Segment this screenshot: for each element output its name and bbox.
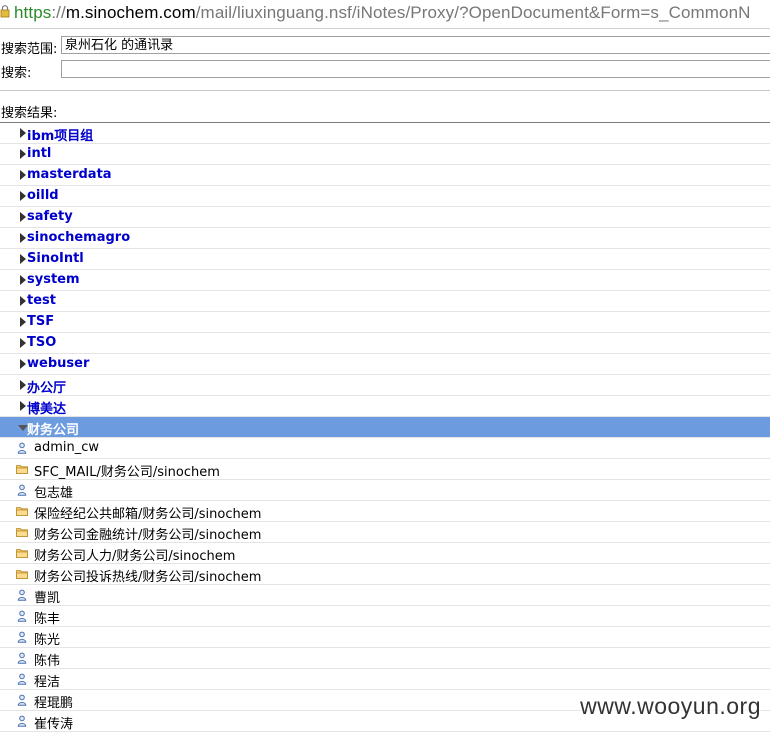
entry-label[interactable]: 崔传涛 <box>34 713 73 732</box>
group-label[interactable]: safety <box>27 209 73 224</box>
group-row[interactable]: 博美达 <box>0 396 770 417</box>
group-row[interactable]: masterdata <box>0 165 770 186</box>
group-label[interactable]: SinoIntl <box>27 251 84 266</box>
expand-arrow-icon[interactable] <box>20 212 26 222</box>
entry-label[interactable]: SFC_MAIL/财务公司/sinochem <box>34 461 220 480</box>
entry-label[interactable]: 程洁 <box>34 671 60 690</box>
group-row[interactable]: SinoIntl <box>0 249 770 270</box>
expand-arrow-icon[interactable] <box>20 191 26 201</box>
search-form: 搜索范围: 泉州石化 的通讯录 搜索: <box>0 34 770 82</box>
folder-icon <box>16 549 28 558</box>
list-item[interactable]: 财务公司人力/财务公司/sinochem <box>0 543 770 564</box>
search-row: 搜索: <box>0 58 770 82</box>
results-label: 搜索结果: <box>1 106 58 121</box>
expand-arrow-icon[interactable] <box>20 254 26 264</box>
expand-arrow-icon[interactable] <box>20 275 26 285</box>
list-item[interactable]: 陈丰 <box>0 606 770 627</box>
person-icon <box>17 715 27 727</box>
entry-label[interactable]: 财务公司人力/财务公司/sinochem <box>34 545 235 564</box>
search-input[interactable] <box>61 60 770 78</box>
list-item[interactable]: 陈伟 <box>0 648 770 669</box>
group-label[interactable]: 财务公司 <box>27 419 79 438</box>
entry-label[interactable]: 财务公司投诉热线/财务公司/sinochem <box>34 566 261 585</box>
folder-icon <box>16 528 28 537</box>
list-item[interactable]: 财务公司金融统计/财务公司/sinochem <box>0 522 770 543</box>
entry-label[interactable]: 财务公司金融统计/财务公司/sinochem <box>34 524 261 543</box>
address-bar[interactable]: https://m.sinochem.com/mail/liuxinguang.… <box>0 0 770 29</box>
entry-label[interactable]: 曹凯 <box>34 587 60 606</box>
group-label[interactable]: TSF <box>27 314 54 329</box>
group-label[interactable]: oilld <box>27 188 59 203</box>
person-icon <box>17 631 27 643</box>
group-row[interactable]: test <box>0 291 770 312</box>
list-item[interactable]: 财务公司投诉热线/财务公司/sinochem <box>0 564 770 585</box>
folder-icon <box>16 570 28 579</box>
group-label[interactable]: webuser <box>27 356 89 371</box>
group-label[interactable]: 博美达 <box>27 398 66 417</box>
entry-label[interactable]: 保险经纪公共邮箱/财务公司/sinochem <box>34 503 261 522</box>
lock-icon <box>0 5 10 18</box>
list-item[interactable]: 保险经纪公共邮箱/财务公司/sinochem <box>0 501 770 522</box>
expand-arrow-icon[interactable] <box>20 149 26 159</box>
expand-arrow-icon[interactable] <box>20 359 26 369</box>
expand-arrow-icon[interactable] <box>20 170 26 180</box>
group-row-expanded[interactable]: 财务公司 <box>0 417 770 438</box>
expand-arrow-icon[interactable] <box>20 128 26 138</box>
person-icon <box>17 589 27 601</box>
group-row[interactable]: ibm项目组 <box>0 123 770 144</box>
person-icon <box>17 442 27 454</box>
expand-arrow-icon[interactable] <box>20 380 26 390</box>
group-row[interactable]: TSO <box>0 333 770 354</box>
results-list: ibm项目组 intl masterdata oilld safety sinochema… <box>0 122 770 732</box>
entry-label[interactable]: admin_cw <box>34 440 99 455</box>
entry-label[interactable]: 包志雄 <box>34 482 73 501</box>
list-item[interactable]: 陈光 <box>0 627 770 648</box>
expand-arrow-icon[interactable] <box>20 401 26 411</box>
expand-arrow-icon[interactable] <box>20 317 26 327</box>
person-icon <box>17 652 27 664</box>
group-label[interactable]: sinochemagro <box>27 230 130 245</box>
group-label[interactable]: test <box>27 293 56 308</box>
group-row[interactable]: safety <box>0 207 770 228</box>
group-label[interactable]: TSO <box>27 335 56 350</box>
group-row[interactable]: TSF <box>0 312 770 333</box>
group-row[interactable]: intl <box>0 144 770 165</box>
group-label[interactable]: intl <box>27 146 51 161</box>
group-label[interactable]: 办公厅 <box>27 377 66 396</box>
group-row[interactable]: oilld <box>0 186 770 207</box>
list-item[interactable]: 程洁 <box>0 669 770 690</box>
person-icon <box>17 694 27 706</box>
expand-arrow-icon[interactable] <box>20 338 26 348</box>
url-text: https://m.sinochem.com/mail/liuxinguang.… <box>14 3 751 22</box>
group-label[interactable]: ibm项目组 <box>27 125 93 144</box>
scope-select[interactable]: 泉州石化 的通讯录 <box>61 36 770 54</box>
list-item[interactable]: SFC_MAIL/财务公司/sinochem <box>0 459 770 480</box>
group-row[interactable]: webuser <box>0 354 770 375</box>
list-item[interactable]: 包志雄 <box>0 480 770 501</box>
list-item[interactable]: 曹凯 <box>0 585 770 606</box>
search-label: 搜索: <box>1 66 32 81</box>
entry-label[interactable]: 陈伟 <box>34 650 60 669</box>
group-row[interactable]: sinochemagro <box>0 228 770 249</box>
person-icon <box>17 484 27 496</box>
group-row[interactable]: 办公厅 <box>0 375 770 396</box>
entry-label[interactable]: 陈丰 <box>34 608 60 627</box>
folder-icon <box>16 465 28 474</box>
scope-label: 搜索范围: <box>1 42 58 57</box>
person-icon <box>17 673 27 685</box>
person-icon <box>17 610 27 622</box>
folder-icon <box>16 507 28 516</box>
group-label[interactable]: system <box>27 272 80 287</box>
group-row[interactable]: system <box>0 270 770 291</box>
divider <box>0 90 770 91</box>
entry-label[interactable]: 程琨鹏 <box>34 692 73 711</box>
watermark: www.wooyun.org <box>580 693 761 720</box>
expand-arrow-icon[interactable] <box>20 233 26 243</box>
scope-row: 搜索范围: 泉州石化 的通讯录 <box>0 34 770 58</box>
expand-arrow-icon[interactable] <box>20 296 26 306</box>
group-label[interactable]: masterdata <box>27 167 112 182</box>
entry-label[interactable]: 陈光 <box>34 629 60 648</box>
list-item[interactable]: admin_cw <box>0 438 770 459</box>
